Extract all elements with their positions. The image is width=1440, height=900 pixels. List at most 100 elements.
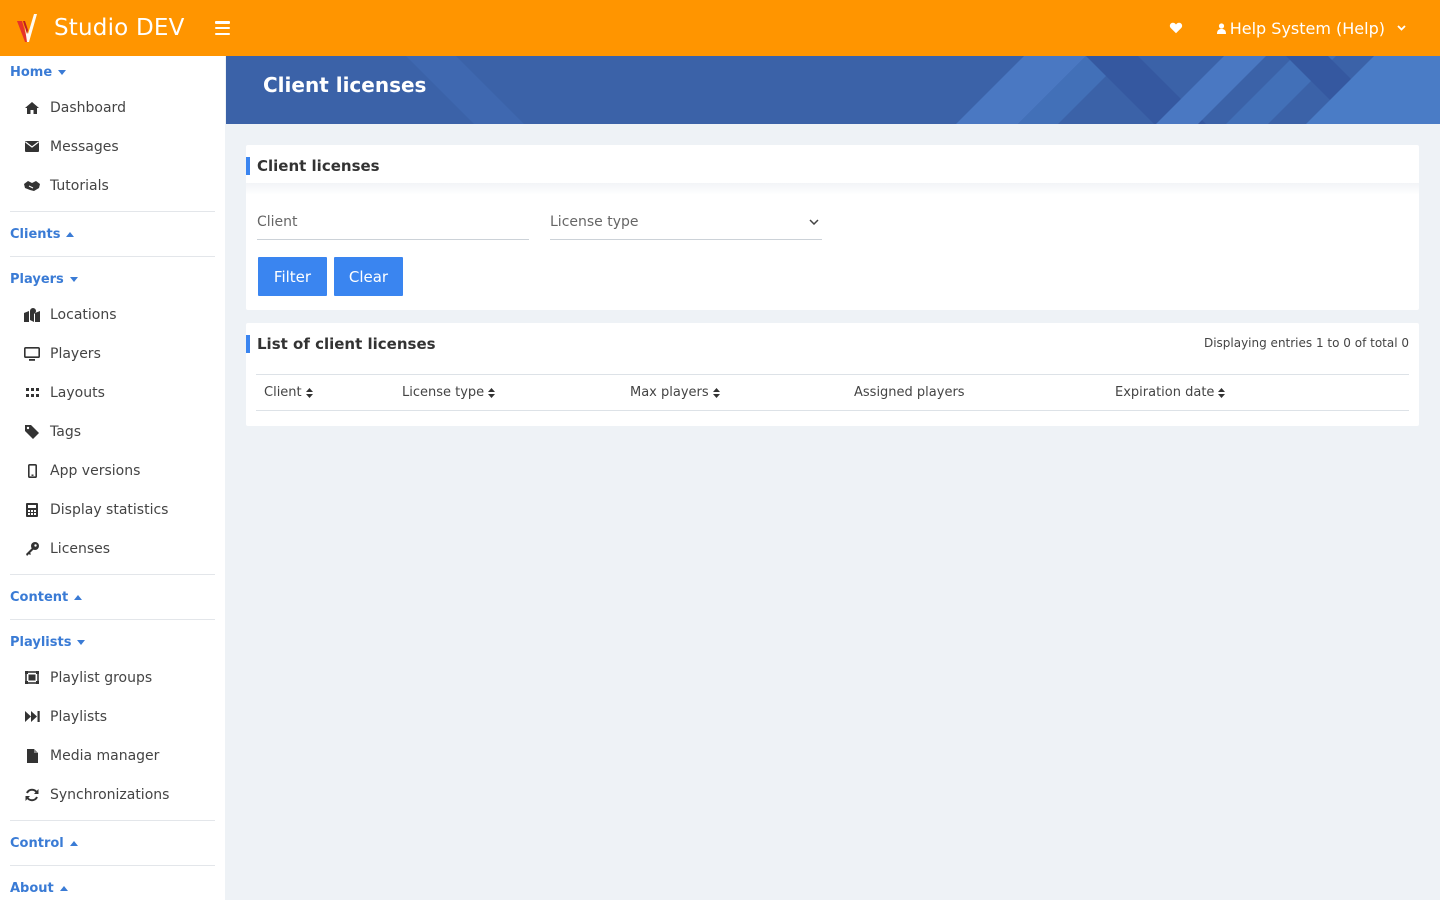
client-placeholder: Client <box>257 214 298 230</box>
app-logo[interactable] <box>15 12 41 44</box>
sidebar-item-label: Tutorials <box>50 177 109 194</box>
filter-card-title: Client licenses <box>246 157 380 175</box>
column-client[interactable]: Client <box>264 385 313 400</box>
sidebar-item-label: Playlists <box>50 708 108 725</box>
calculator-icon <box>24 502 40 518</box>
sidebar-section-players[interactable]: Players <box>0 263 225 295</box>
fast-forward-icon <box>24 709 40 725</box>
column-label: Expiration date <box>1115 385 1215 400</box>
caret-down-icon <box>69 276 78 282</box>
list-title-text: List of client licenses <box>257 335 436 353</box>
sidebar-item-tutorials[interactable]: Tutorials <box>0 166 225 205</box>
menu-toggle-icon[interactable] <box>214 21 230 35</box>
sidebar-item-synchronizations[interactable]: Synchronizations <box>0 775 225 814</box>
divider <box>10 865 215 866</box>
key-icon <box>24 541 40 557</box>
sort-icon <box>305 387 313 398</box>
sidebar-item-licenses[interactable]: Licenses <box>0 529 225 568</box>
column-expiration-date[interactable]: Expiration date <box>1115 385 1226 400</box>
page-banner: Client licenses <box>226 56 1440 124</box>
sidebar-item-label: Tags <box>50 423 81 440</box>
caret-up-icon <box>74 594 83 600</box>
heart-icon[interactable] <box>1169 21 1183 35</box>
client-input[interactable]: Client <box>257 205 529 240</box>
monitor-icon <box>24 346 40 362</box>
sidebar-item-layouts[interactable]: Layouts <box>0 373 225 412</box>
sort-icon <box>712 387 720 398</box>
section-label: Players <box>10 271 64 287</box>
table-header: Client License type Max players Assigned… <box>256 374 1409 411</box>
top-bar: Studio DEV Help System (Help) <box>0 0 1440 56</box>
license-type-select[interactable]: License type <box>550 205 822 240</box>
divider <box>10 256 215 257</box>
column-label: Assigned players <box>854 385 965 400</box>
sidebar-item-app-versions[interactable]: App versions <box>0 451 225 490</box>
sync-icon <box>24 787 40 803</box>
grid-icon <box>24 385 40 401</box>
sidebar-item-label: Messages <box>50 138 119 155</box>
divider <box>10 574 215 575</box>
sidebar-item-playlist-groups[interactable]: Playlist groups <box>0 658 225 697</box>
sidebar-item-messages[interactable]: Messages <box>0 127 225 166</box>
user-name: Help System (Help) <box>1229 18 1385 38</box>
file-icon <box>24 748 40 764</box>
app-title: Studio DEV <box>54 15 185 41</box>
sidebar-item-display-statistics[interactable]: Display statistics <box>0 490 225 529</box>
mobile-icon <box>24 463 40 479</box>
clear-button[interactable]: Clear <box>334 257 403 296</box>
section-label: Clients <box>10 226 61 242</box>
chevron-down-icon <box>1397 25 1406 31</box>
sidebar-item-players[interactable]: Players <box>0 334 225 373</box>
caret-up-icon <box>69 840 78 846</box>
caret-down-icon <box>77 639 86 645</box>
sidebar-section-content[interactable]: Content <box>0 581 225 613</box>
sidebar-section-playlists[interactable]: Playlists <box>0 626 225 658</box>
section-label: About <box>10 880 54 896</box>
sidebar-item-label: Licenses <box>50 540 111 557</box>
list-card: List of client licenses Displaying entri… <box>246 323 1419 426</box>
sidebar-item-tags[interactable]: Tags <box>0 412 225 451</box>
user-menu[interactable]: Help System (Help) <box>1216 18 1406 38</box>
column-license-type[interactable]: License type <box>402 385 496 400</box>
section-label: Content <box>10 589 69 605</box>
sidebar-item-dashboard[interactable]: Dashboard <box>0 88 225 127</box>
object-group-icon <box>24 670 40 686</box>
caret-up-icon <box>66 231 75 237</box>
sidebar-item-playlists[interactable]: Playlists <box>0 697 225 736</box>
sort-icon <box>1218 387 1226 398</box>
sidebar-item-label: Synchronizations <box>50 786 170 803</box>
title-accent-bar <box>246 157 250 175</box>
sidebar-item-label: Locations <box>50 306 117 323</box>
divider <box>10 619 215 620</box>
header-shade <box>246 183 1419 195</box>
list-card-title: List of client licenses <box>246 335 436 353</box>
caret-down-icon <box>58 69 67 75</box>
sidebar-item-label: Display statistics <box>50 501 169 518</box>
sidebar-item-media-manager[interactable]: Media manager <box>0 736 225 775</box>
sidebar-item-label: Media manager <box>50 747 160 764</box>
sidebar-item-label: Dashboard <box>50 99 126 116</box>
chevron-down-icon <box>809 219 819 225</box>
sidebar-item-label: Layouts <box>50 384 105 401</box>
column-max-players[interactable]: Max players <box>630 385 720 400</box>
sidebar: Home Dashboard Messages Tutorials Client… <box>0 56 225 900</box>
sidebar-section-control[interactable]: Control <box>0 827 225 859</box>
map-marker-icon <box>24 307 40 323</box>
entries-info: Displaying entries 1 to 0 of total 0 <box>1203 336 1409 350</box>
title-accent-bar <box>246 335 250 353</box>
filter-button[interactable]: Filter <box>258 257 327 296</box>
sidebar-item-label: App versions <box>50 462 141 479</box>
column-assigned-players: Assigned players <box>854 385 965 400</box>
user-icon <box>1216 22 1226 34</box>
caret-up-icon <box>59 885 68 891</box>
sidebar-section-home[interactable]: Home <box>0 56 225 88</box>
sidebar-item-locations[interactable]: Locations <box>0 295 225 334</box>
home-icon <box>24 100 40 116</box>
sidebar-section-clients[interactable]: Clients <box>0 218 225 250</box>
column-label: Client <box>264 385 302 400</box>
handshake-icon <box>24 178 40 194</box>
section-label: Playlists <box>10 634 72 650</box>
column-label: License type <box>402 385 485 400</box>
filter-card: Client licenses Client License type Filt… <box>246 145 1419 310</box>
sidebar-section-about[interactable]: About <box>0 872 225 900</box>
